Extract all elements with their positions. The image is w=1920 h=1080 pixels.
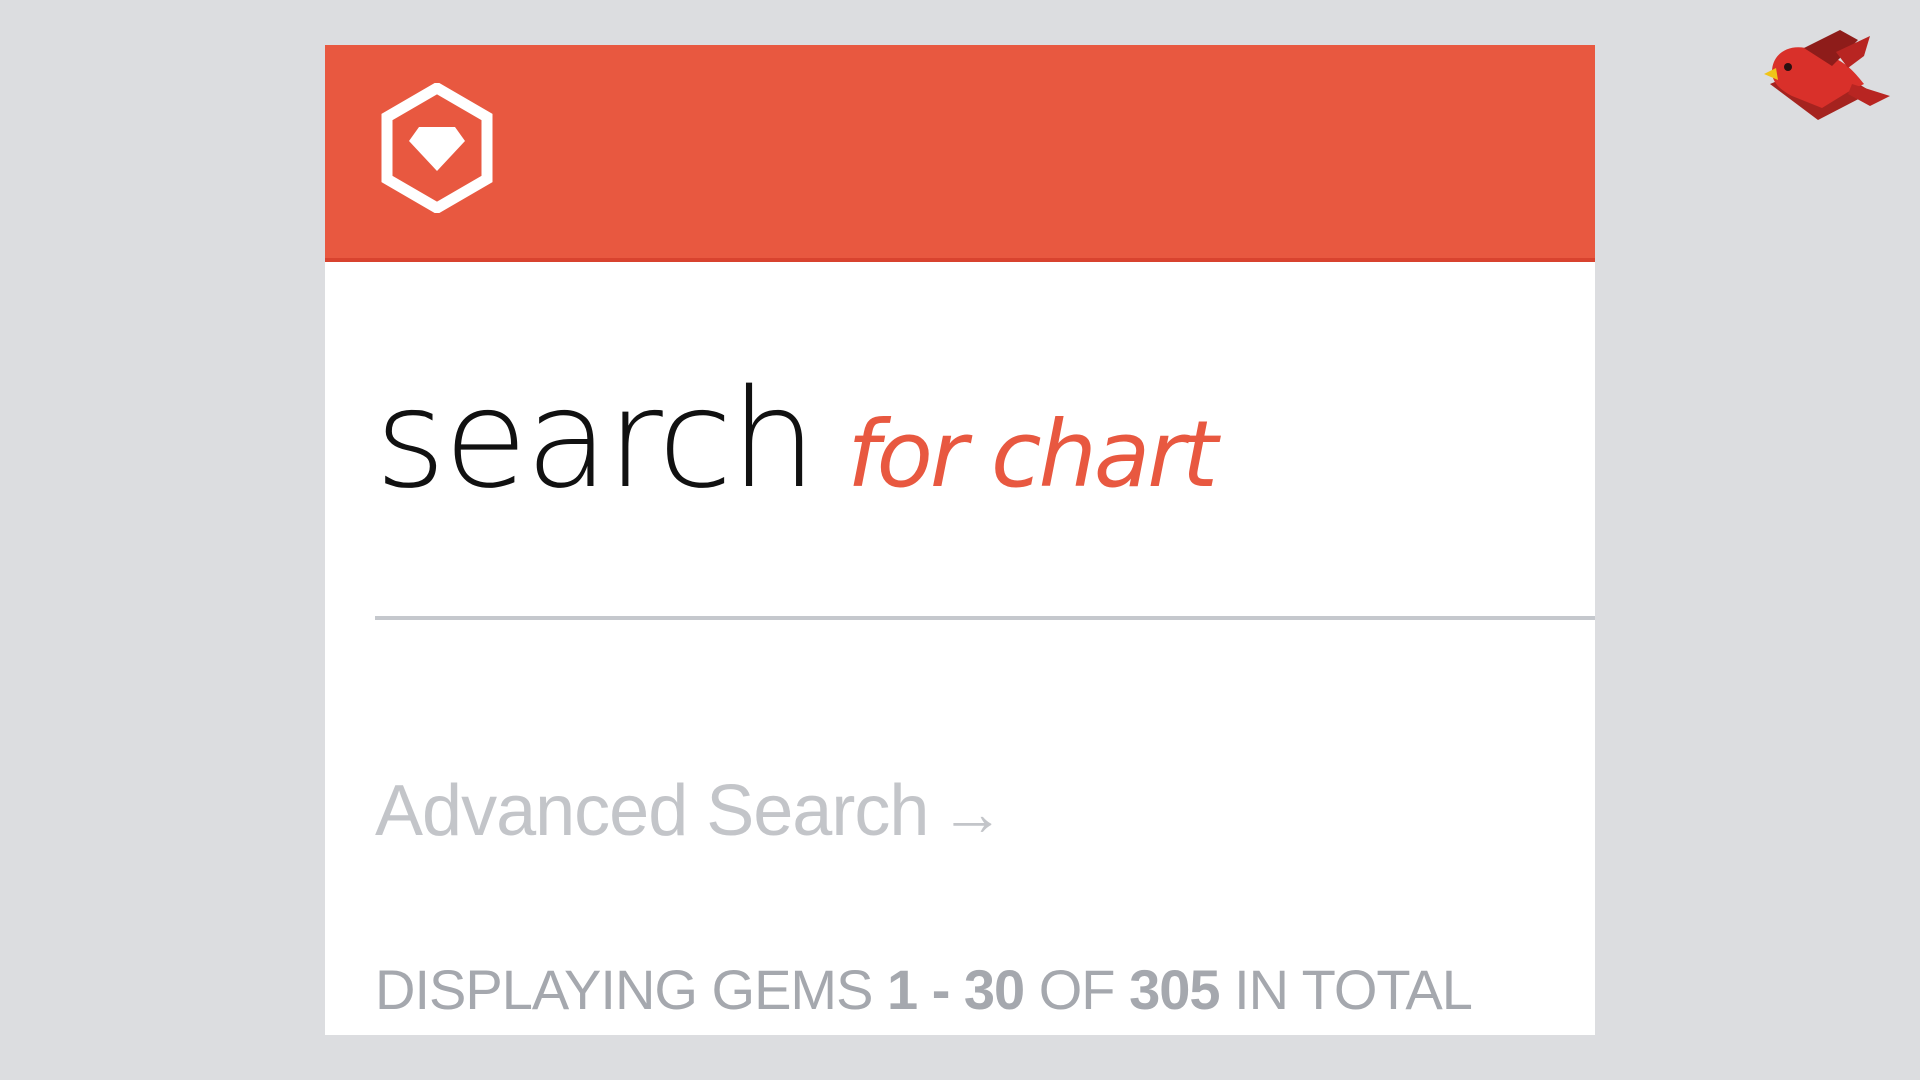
results-suffix: IN TOTAL (1234, 958, 1473, 1021)
results-prefix: DISPLAYING GEMS (375, 958, 873, 1021)
search-divider (375, 616, 1595, 620)
search-title: search (375, 361, 817, 519)
search-row: search (375, 345, 1368, 545)
advanced-search-link[interactable]: Advanced Search → (375, 770, 1004, 852)
results-range: 1 - 30 (886, 958, 1025, 1021)
arrow-right-icon: → (940, 777, 1004, 849)
red-bird-icon (1764, 30, 1890, 120)
rubygems-logo-icon[interactable] (381, 83, 493, 213)
results-total: 305 (1129, 958, 1220, 1021)
main-card: search Advanced Search→ DISPLAYING GEMS … (325, 45, 1595, 1035)
results-of: OF (1038, 958, 1116, 1021)
results-summary: DISPLAYING GEMS 1 - 30 OF 305 IN TOTAL (375, 957, 1473, 1022)
advanced-search-label: Advanced Search (375, 771, 929, 851)
site-header (325, 45, 1595, 262)
search-input[interactable] (847, 401, 1368, 508)
